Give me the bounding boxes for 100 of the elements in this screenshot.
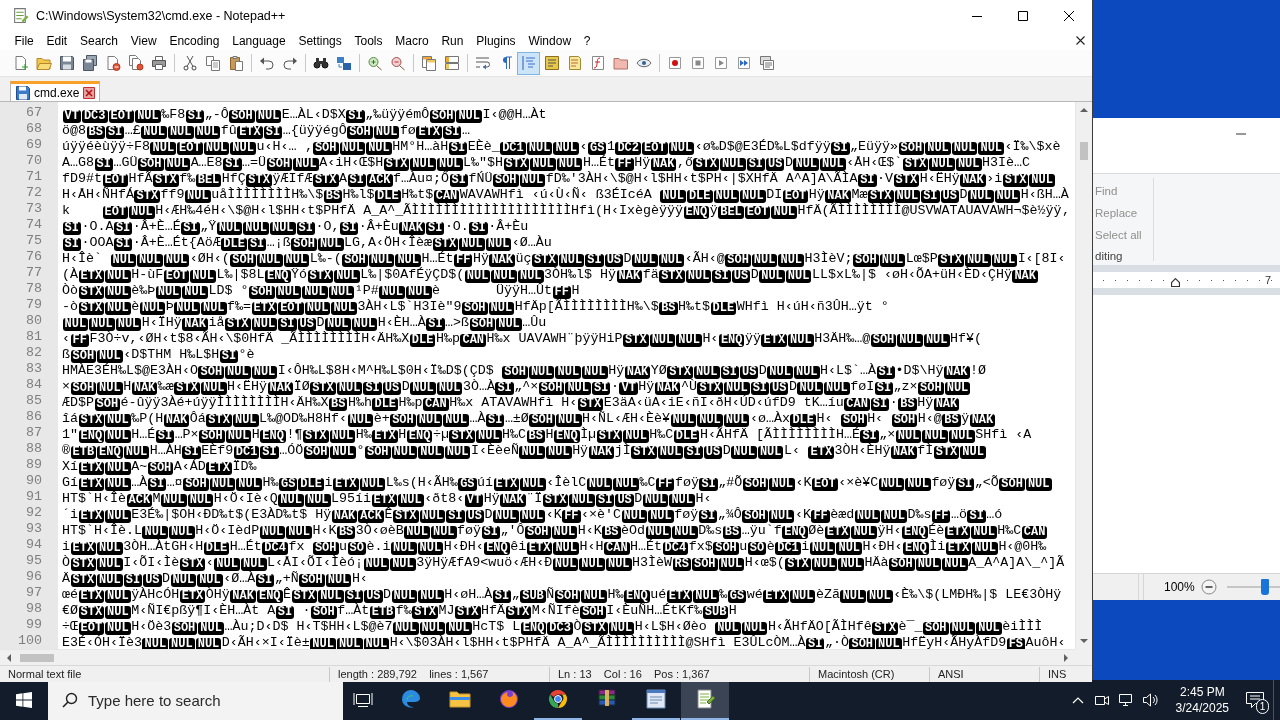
code-line: Ä STX NUL SI US D NUL NUL ‹Ø…À SI „+Ñ SOH NUL H‹ [62,571,368,586]
sphere-logo-icon [497,687,521,711]
close-icon [1064,10,1074,21]
status-text: length : 289,792 lines : 1,567 [330,666,550,682]
undo-icon [258,55,275,71]
menu-item[interactable]: Language [225,31,292,50]
scroll-right-icon[interactable] [1064,653,1069,662]
menu-item[interactable]: Search [73,31,125,50]
menu-item[interactable]: Settings [292,31,349,50]
line-number: 75 [25,233,43,249]
code-line: ® ETB ENQ NUL H…ÀH SI EÈf9 DC1 SI …ÓÖ SOH NUL ° SOH NUL NUL NUL I‹ÈèeÑ NUL NUL Hÿ NAK jÌ STX NUL SI US D NUL NUL L‹ ETX 3ÒH‹ÈHÿ NAK fÌ STX NUL [62,443,987,458]
scroll-up-icon[interactable] [1080,107,1088,112]
menu-item[interactable]: ? [577,31,597,50]
clock-button[interactable]: 2:45 PM 3/24/2025 [1167,684,1237,716]
code-line: SI ·O.A SI ·Â+È…É SI „Ÿ NUL NUL NUL SI ·O, SI ·Â+Èu NAK SI ·O. SI ·Â+Èu [62,219,529,234]
line-number: 72 [25,185,43,201]
zoom-out-icon[interactable] [1200,579,1217,595]
line-number: 71 [25,169,43,185]
line-number: 100 [17,633,43,649]
menu-item[interactable]: Plugins [469,31,522,50]
notepad-icon [12,7,29,24]
vertical-scrollbar[interactable] [1075,102,1092,649]
code-line: A…G8 SI …GÜ SOH NUL A…E8 SI …=Ü SOH NUL A‹iH‹Œ$H STX NUL NUL L‰"$H STX NUL NUL H…Ét FF Hÿ NAK ,ő STX NUL SI US D NUL NUL ‹ÅH‹Œ$` STX NUL NUL H3Iè…C [62,155,1030,170]
menu-item[interactable]: Encoding [163,31,226,50]
save-all-icon [81,55,98,71]
line-number: 87 [25,425,43,441]
chevron-up-icon[interactable] [1071,696,1084,704]
horizontal-scrollbar[interactable] [0,649,1075,665]
menu-item[interactable]: Tools [348,31,389,50]
menu-item[interactable]: Run [435,31,470,50]
slider-thumb[interactable] [1261,579,1270,595]
line-number: 68 [25,121,43,137]
indent-marker-icon[interactable] [1171,278,1180,287]
line-number: 74 [25,217,43,233]
scrollbar-thumb[interactable] [1080,142,1088,160]
taskbar-app-button[interactable] [681,680,729,720]
line-number: 99 [25,617,43,633]
line-number: 86 [25,409,43,425]
framed-list-icon [543,55,560,71]
code-line: ‹ FF F3Ò÷v,‹ØH‹t$8‹ÃH‹\$0HfÄ _ÃÌÌÌÌÌÌÌÌH‹ÄH‰X DLE H‰p CAN H‰x UAVAWH¨þÿÿHiP STX NUL NUL H‹ ENQ ÿÿ ETX NUL H3ÄH‰…@ SOH NUL NUL Hf¥( [62,331,983,346]
menu-item[interactable]: Edit [40,31,74,50]
code-line: ´i ETX NUL E3É‰|$OH‹ÐD‰t$(E3ÀD‰t$ Hÿ NAK ACK Ê STX NUL SI US D NUL NUL ‹K FF ‹×è'C NUL NUL føÿ SI „¾Ô SOH NUL ‹K FF èæd NUL NUL D‰s FF …ö SI …ó [62,507,1003,522]
notification-icon[interactable] [1246,692,1264,708]
speaker-icon[interactable] [1141,692,1158,708]
code-line: €Ø STX NUL M‹ÑI€pßÿ¶I‹ÈH…Àt A SI · SOH f…Àt ETB f‰ STX MJ STX HfÄ STX M‹ÑIfè SOH I‹ÈuÑH…ÉtKf‰ SUB H [62,603,737,618]
zoom-out-icon [389,55,406,71]
line-number: 73 [25,201,43,217]
code-line: k EOT NUL H‹ÆH‰4éH‹\$@H‹l$HH‹t$PHfÄ A_A^_ÃÌÌÌÌÌÌÌÌÌÌÌÌÌÌÌÌÌÌÌÌHfì(H‹Ixègèÿÿÿ ENQ ÿ BEL EOT NUL HfÄ(ÃÌÌÌÌÌÌÌÌ@USVWATAUAVAWH¬$è½ÿÿ‚ [62,203,1070,218]
line-number: 85 [25,393,43,409]
code-line: HMÀE3ÉH‰L$@E3ÀH‹O SOH NUL NUL I‹ÔH‰L$8H‹M^H‰L$0H‹Ï‰D$(ÇD$ SOH NUL NUL NUL Hÿ NAK YØ STX NUL SI US D NUL NUL H‹L$`…À SI •D$\Hÿ NAK !Ø [62,363,987,378]
line-number: 82 [25,345,43,361]
swap-squares-icon [335,55,352,71]
line-number: 98 [25,601,43,617]
function-page-icon [589,55,606,71]
line-number: 67 [25,105,43,121]
line-number: 84 [25,377,43,393]
windows-logo-icon [16,692,32,708]
close-icon[interactable] [83,86,96,99]
search-field[interactable]: Type here to search [48,680,343,720]
paste-icon [227,55,244,71]
line-number: 92 [25,505,43,521]
word-wrap-icon [474,55,491,71]
line-number: 78 [25,281,43,297]
line-number: 77 [25,265,43,281]
page-minus-icon [104,55,121,71]
menu-item[interactable]: Macro [388,31,436,50]
redo-icon [281,55,298,71]
menu-item[interactable]: Window [522,31,578,50]
pages-minus-icon [127,55,144,71]
line-number: 70 [25,153,43,169]
menu-item[interactable]: View [124,31,163,50]
code-line: Òò STX NUL è‰Þ NUL NUL LD$ ° SOH NUL NUL NUL ¹P# NUL NUL è ÜÿÿH…Ût FF H [62,283,580,298]
maximize-icon [1018,10,1028,21]
window-title: C:\Windows\System32\cmd.exe - Notepad++ [36,8,287,23]
file-tab[interactable]: cmd.exe [10,81,101,101]
code-line: NUL NUL NUL H‹ÏHÿ NAK iå STX NUL SI US D NUL NUL H‹ÈH…À SI …>ß SOH NUL …Ûu [62,315,547,330]
fast-forward-icon [735,55,752,71]
play-icon [712,55,729,71]
code-line: ö@8 BS SI …£ NUL NUL NUL fû ETX SI …{üÿÿégÔ SOH NUL fø ETX SI … [62,123,470,138]
open-folder-icon [35,55,52,71]
status-text: ANSI [930,666,1040,682]
print-icon [150,55,167,71]
menu-item[interactable]: File [8,31,41,50]
code-line: HT$`H‹Îè.L NUL NUL H‹Ö‹IèdP NUL NUL H‹K BS 3Ò‹øèB NUL NUL føÿ SI „'Ô SOH NUL H‹K BS èOd NUL NUL D‰s BS …ÿu`f ENQ Øè ETX NUL ÿH‹ ENQ Éè ETX NUL H‰C CAN [62,523,1048,538]
scroll-down-icon[interactable] [1080,639,1088,644]
status-text: Macintosh (CR) [810,666,930,682]
line-number: 89 [25,457,43,473]
close-document-button[interactable] [1076,36,1085,45]
code-line: HT$`H‹Îè ACK M NUL NUL H‹Ö‹Iè‹Q NUL NUL L95íi ETX NUL ‹ðt8‹ VT Hÿ NAK ¨Ï STX NUL SI US D NUL NUL H‹ [62,491,712,506]
status-text: INS [1047,666,1068,682]
code-line: (À ETX NUL H-ùF EOT NUL L‰|$8L ENQ Ÿó STX NUL L‰|$0AfÉÿÇD$( NUL NUL NUL 3ÒH‰l$ Hÿ NAK fä STX NUL SI US D NUL NUL LL$xL‰|$ ‹øH‹ÕA+üH‹ÈD‹ÇHÿ NAK [62,267,1039,282]
code-line: œé ETX NUL ÿÀHcÓH ETX ÒHÿ NAK ENQ Ê STX NUL SI US D NUL NUL H‹øH…À SI „ SUB Ñ SOH NUL H‰ ENQ ué ETX NUL ‰ GS wé ETX NUL èZã NUL NUL ‹È‰\$(LMÐH‰|$ LE€3ÒHÿ [62,587,1062,602]
monitor-icon[interactable] [1117,692,1134,708]
zoom-level: 100% [1164,580,1195,594]
scrollbar-thumb[interactable] [20,653,54,662]
line-number: 97 [25,585,43,601]
scroll-left-icon[interactable] [6,653,11,662]
line-number: 95 [25,553,43,569]
close-icon [1076,36,1085,45]
code-line: × SOH NUL H NAK ‰æ STX NUL H‹ËHÿ NAK ÏØ STX NUL SI US D NUL NUL 3Ò…À SI „^× SOH NUL SI · VT Hÿ NAK ^Ù STX NUL SI US D NUL NUL føI SI „z× SOH NUL [62,379,971,394]
